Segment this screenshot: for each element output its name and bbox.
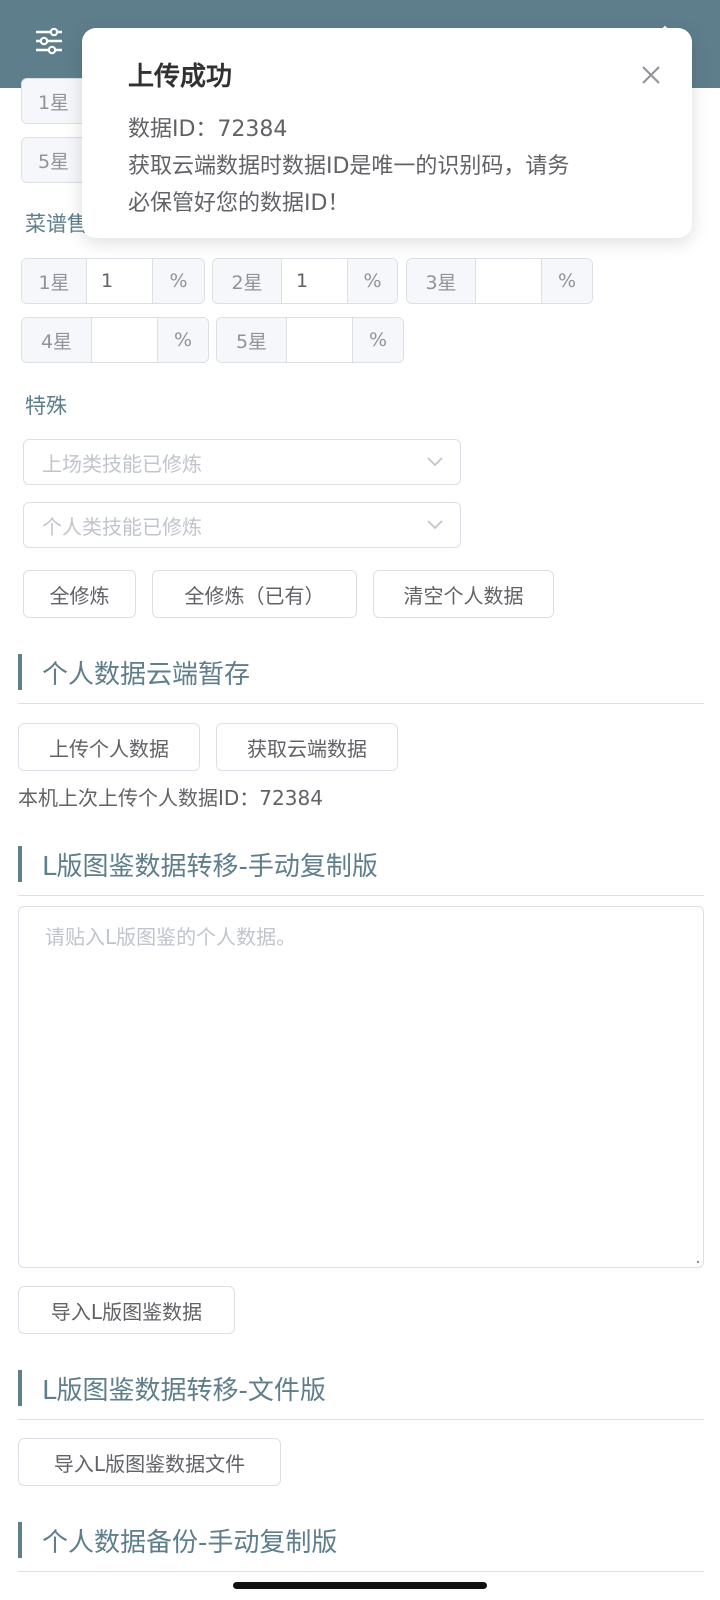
divider <box>18 1571 704 1572</box>
percent-unit: % <box>347 259 397 303</box>
home-indicator <box>233 1582 487 1589</box>
recipe-4star-label: 4星 <box>22 318 92 362</box>
percent-unit: % <box>157 318 208 362</box>
upload-success-toast: 上传成功 数据ID：72384 获取云端数据时数据ID是唯一的识别码，请务 必保… <box>82 28 692 238</box>
recipe-2star-group: 2星 1 % <box>212 258 398 304</box>
filter-settings-icon[interactable] <box>34 26 64 56</box>
personal-skill-select[interactable]: 个人类技能已修炼 <box>23 502 461 548</box>
recipe-5star-input[interactable] <box>287 318 352 362</box>
chevron-down-icon <box>427 457 443 467</box>
recipe-2star-label: 2星 <box>213 259 282 303</box>
recipe-1star-input[interactable]: 1 <box>87 259 152 303</box>
textarea-placeholder: 请贴入L版图鉴的个人数据。 <box>45 925 297 949</box>
recipe-label: 菜谱售 <box>25 212 88 236</box>
last-upload-id: 本机上次上传个人数据ID：72384 <box>18 786 323 810</box>
toast-title: 上传成功 <box>128 62 233 92</box>
divider <box>18 895 704 896</box>
divider <box>18 1419 704 1420</box>
cloud-section-title: 个人数据云端暂存 <box>18 654 704 690</box>
percent-unit: % <box>541 259 592 303</box>
percent-unit: % <box>152 259 204 303</box>
personal-skill-placeholder: 个人类技能已修炼 <box>42 514 202 539</box>
field-skill-placeholder: 上场类技能已修炼 <box>42 451 202 476</box>
recipe-2star-input[interactable]: 1 <box>282 259 347 303</box>
legacy-data-textarea[interactable]: 请贴入L版图鉴的个人数据。 <box>18 906 704 1268</box>
fetch-cloud-data-button[interactable]: 获取云端数据 <box>216 723 398 771</box>
recipe-1star-group: 1星 1 % <box>21 258 205 304</box>
clear-personal-data-button[interactable]: 清空个人数据 <box>373 570 554 618</box>
upload-personal-data-button[interactable]: 上传个人数据 <box>18 723 200 771</box>
divider <box>18 703 704 704</box>
recipe-3star-label: 3星 <box>407 259 476 303</box>
all-cultivate-owned-button[interactable]: 全修炼（已有） <box>152 570 357 618</box>
toast-data-id: 数据ID：72384 <box>128 117 288 142</box>
recipe-1star-label: 1星 <box>22 259 87 303</box>
star-label: 1星 <box>22 79 86 123</box>
import-legacy-data-button[interactable]: 导入L版图鉴数据 <box>18 1286 235 1334</box>
file-transfer-title: L版图鉴数据转移-文件版 <box>18 1370 704 1406</box>
recipe-4star-group: 4星 % <box>21 317 209 363</box>
star-label: 5星 <box>22 138 86 182</box>
recipe-3star-group: 3星 % <box>406 258 593 304</box>
recipe-5star-group: 5星 % <box>216 317 404 363</box>
chevron-down-icon <box>427 520 443 530</box>
backup-section-title: 个人数据备份-手动复制版 <box>18 1522 704 1558</box>
toast-message-line1: 获取云端数据时数据ID是唯一的识别码，请务 <box>128 154 570 179</box>
special-label: 特殊 <box>25 394 67 418</box>
resize-grip-icon[interactable] <box>694 1258 700 1264</box>
recipe-4star-input[interactable] <box>92 318 157 362</box>
recipe-3star-input[interactable] <box>476 259 541 303</box>
toast-message-line2: 必保管好您的数据ID！ <box>128 191 350 216</box>
all-cultivate-button[interactable]: 全修炼 <box>23 570 136 618</box>
field-skill-select[interactable]: 上场类技能已修炼 <box>23 439 461 485</box>
manual-transfer-title: L版图鉴数据转移-手动复制版 <box>18 846 704 882</box>
percent-unit: % <box>352 318 403 362</box>
recipe-5star-label: 5星 <box>217 318 287 362</box>
import-legacy-file-button[interactable]: 导入L版图鉴数据文件 <box>18 1438 281 1486</box>
close-icon[interactable] <box>640 64 662 86</box>
